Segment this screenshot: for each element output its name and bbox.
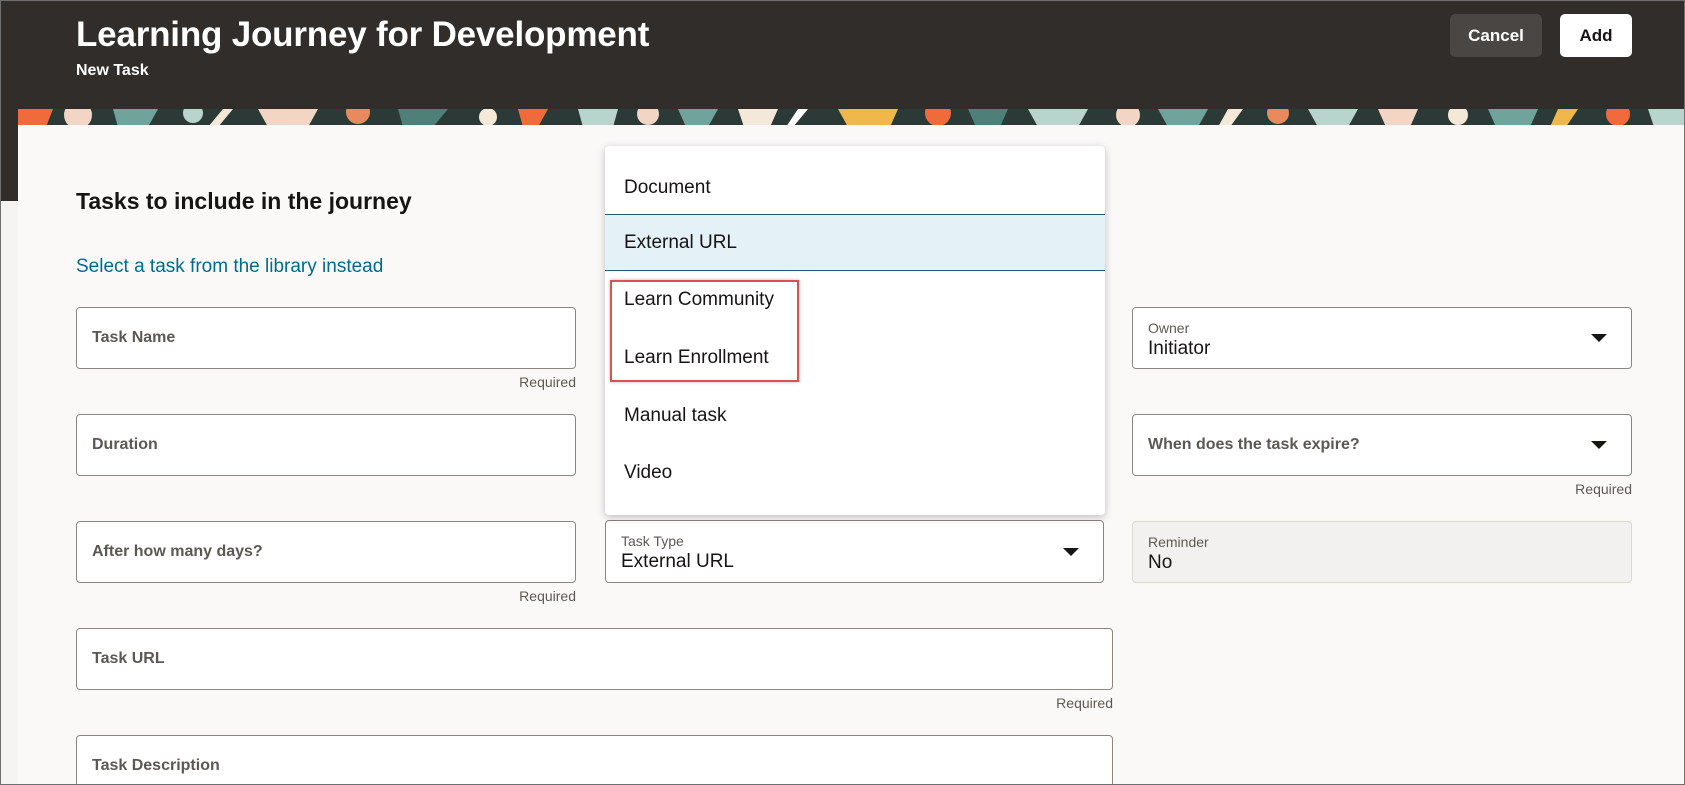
after-days-input[interactable]: After how many days? <box>76 521 576 583</box>
after-days-placeholder: After how many days? <box>92 543 263 560</box>
chevron-down-icon <box>1063 547 1079 556</box>
chevron-down-icon <box>1591 334 1607 342</box>
duration-placeholder: Duration <box>92 436 158 453</box>
task-description-input[interactable]: Task Description <box>76 735 1113 784</box>
page-subtitle: New Task <box>76 62 149 79</box>
app-window: Learning Journey for Development New Tas… <box>0 0 1685 785</box>
dropdown-option-external-url[interactable]: External URL <box>605 214 1105 271</box>
page-title: Learning Journey for Development <box>76 15 650 54</box>
expire-select[interactable]: When does the task expire? <box>1132 414 1632 476</box>
reminder-label: Reminder <box>1148 534 1209 550</box>
task-name-placeholder: Task Name <box>92 329 176 346</box>
expire-placeholder: When does the task expire? <box>1148 436 1360 453</box>
expire-required-hint: Required <box>1575 481 1632 497</box>
task-type-value: External URL <box>621 551 734 572</box>
add-button[interactable]: Add <box>1560 14 1632 57</box>
owner-label: Owner <box>1148 320 1190 336</box>
reminder-value: No <box>1148 552 1173 573</box>
highlight-annotation-box <box>610 280 799 382</box>
chevron-down-icon <box>1591 441 1607 449</box>
dropdown-option-video[interactable]: Video <box>605 444 1105 501</box>
cancel-button[interactable]: Cancel <box>1450 14 1542 57</box>
duration-input[interactable]: Duration <box>76 414 576 476</box>
reminder-field: Reminder No <box>1132 521 1632 583</box>
task-name-required-hint: Required <box>519 374 576 390</box>
library-link[interactable]: Select a task from the library instead <box>76 256 383 278</box>
after-days-required-hint: Required <box>519 588 576 604</box>
section-heading: Tasks to include in the journey <box>76 188 412 214</box>
task-type-select[interactable]: Task Type External URL <box>605 520 1104 583</box>
owner-select[interactable]: Owner Initiator <box>1132 307 1632 369</box>
task-url-input[interactable]: Task URL <box>76 628 1113 690</box>
task-type-label: Task Type <box>621 533 684 549</box>
task-description-placeholder: Task Description <box>92 757 220 774</box>
dropdown-option-manual-task[interactable]: Manual task <box>605 387 1105 444</box>
dropdown-option-document[interactable]: Document <box>605 159 1105 216</box>
task-name-input[interactable]: Task Name <box>76 307 576 369</box>
task-url-placeholder: Task URL <box>92 650 165 667</box>
owner-value: Initiator <box>1148 338 1211 359</box>
task-url-required-hint: Required <box>1056 695 1113 711</box>
